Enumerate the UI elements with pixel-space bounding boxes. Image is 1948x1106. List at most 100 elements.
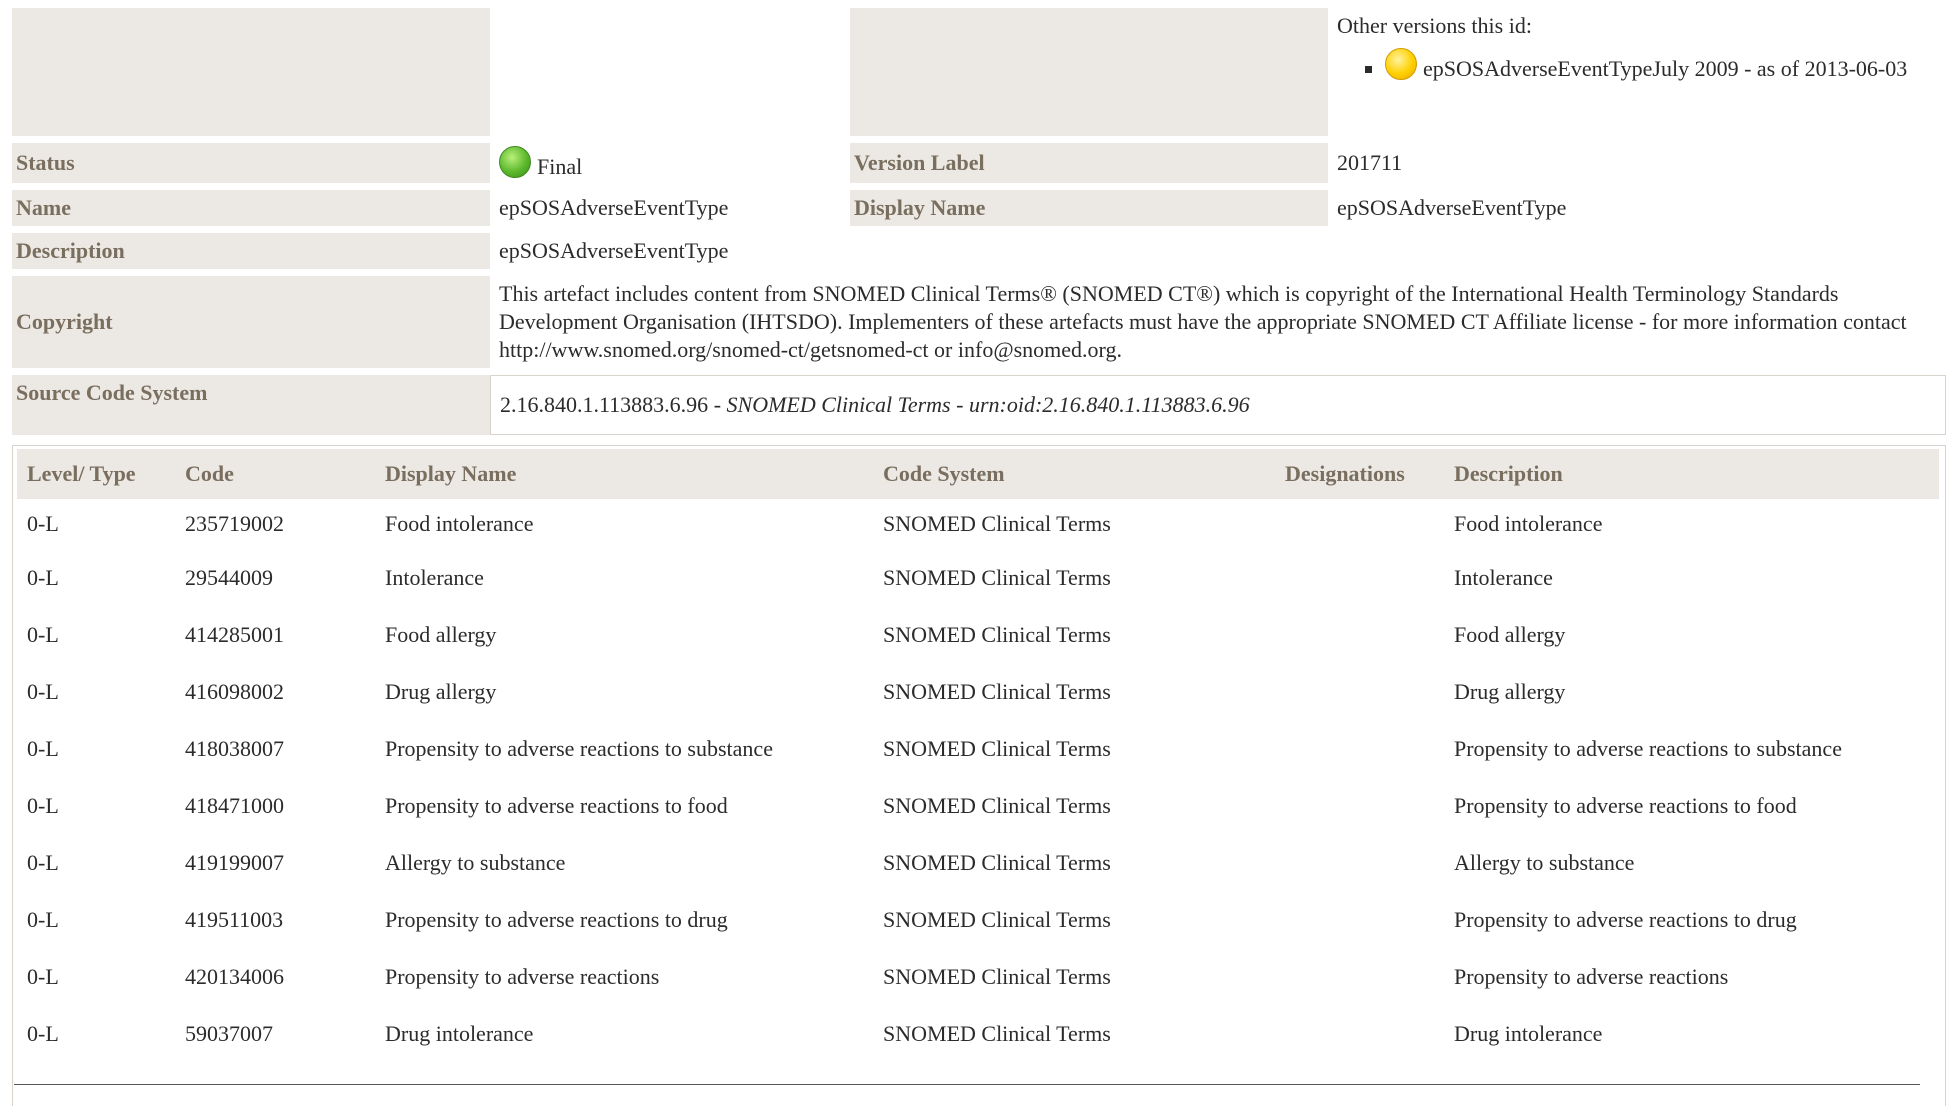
cell-level: 0-L: [27, 849, 59, 875]
other-versions: Other versions this id: epSOSAdverseEven…: [1328, 8, 1946, 136]
name-label: Name: [12, 190, 490, 226]
separator: -: [950, 392, 969, 417]
table-row: 0-L 420134006 Propensity to adverse reac…: [17, 948, 1939, 1005]
col-header-designations[interactable]: Designations: [1275, 449, 1444, 499]
cell-code: 416098002: [185, 678, 284, 704]
table-row: 0-L 419199007 Allergy to substance SNOME…: [17, 834, 1939, 891]
cell-code-system: SNOMED Clinical Terms: [883, 621, 1111, 647]
table-row: 0-L 29544009 Intolerance SNOMED Clinical…: [17, 549, 1939, 606]
copyright-value: This artefact includes content from SNOM…: [499, 281, 1907, 362]
metadata-header-row: Other versions this id: epSOSAdverseEven…: [12, 8, 1946, 136]
source-system-name: SNOMED Clinical Terms: [726, 392, 951, 417]
col-header-display-name[interactable]: Display Name: [375, 449, 873, 499]
cell-code-system: SNOMED Clinical Terms: [883, 678, 1111, 704]
cell-display-name: Drug allergy: [385, 678, 497, 704]
cell-code-system: SNOMED Clinical Terms: [883, 792, 1111, 818]
table-row: 0-L 419511003 Propensity to adverse reac…: [17, 891, 1939, 948]
codes-header-row: Level/ Type Code Display Name Code Syste…: [17, 449, 1939, 499]
cell-display-name: Propensity to adverse reactions to subst…: [385, 735, 773, 761]
source-code-system-value: 2.16.840.1.113883.6.96 - SNOMED Clinical…: [490, 375, 1946, 435]
cell-designations: [1275, 499, 1444, 549]
display-name-label: Display Name: [850, 190, 1328, 226]
status-label: Status: [12, 143, 490, 183]
cell-code: 418038007: [185, 735, 284, 761]
empty-label-cell: [12, 8, 490, 136]
cell-level: 0-L: [27, 564, 59, 590]
copyright-label: Copyright: [12, 276, 490, 368]
status-final-icon: [499, 145, 531, 178]
cell-code: 419199007: [185, 849, 284, 875]
codes-panel: Level/ Type Code Display Name Code Syste…: [12, 445, 1946, 1106]
other-versions-label: Other versions this id:: [1337, 13, 1532, 38]
status-row: Status Final Version Label 201711: [12, 143, 1946, 183]
cell-code-system: SNOMED Clinical Terms: [883, 735, 1111, 761]
cell-description: Propensity to adverse reactions to subst…: [1454, 735, 1842, 761]
cell-level: 0-L: [27, 1020, 59, 1046]
cell-code-system: SNOMED Clinical Terms: [883, 963, 1111, 989]
cell-display-name: Drug intolerance: [385, 1020, 534, 1046]
cell-code: 235719002: [185, 511, 284, 536]
col-header-code[interactable]: Code: [175, 449, 375, 499]
cell-level: 0-L: [27, 678, 59, 704]
cell-display-name: Propensity to adverse reactions to food: [385, 792, 728, 818]
cell-description: Drug allergy: [1454, 678, 1566, 704]
cell-code-system: SNOMED Clinical Terms: [883, 849, 1111, 875]
cell-description: Propensity to adverse reactions to drug: [1454, 906, 1797, 932]
cell-display-name: Allergy to substance: [385, 849, 566, 875]
cell-designations: [1275, 1005, 1444, 1062]
name-row: Name epSOSAdverseEventType Display Name …: [12, 190, 1946, 226]
cell-display-name: Propensity to adverse reactions: [385, 963, 660, 989]
cell-code-system: SNOMED Clinical Terms: [883, 1020, 1111, 1046]
other-version-item[interactable]: epSOSAdverseEventTypeJuly 2009 - as of 2…: [1385, 48, 1942, 87]
other-versions-list: epSOSAdverseEventTypeJuly 2009 - as of 2…: [1337, 48, 1942, 87]
col-header-level[interactable]: Level/ Type: [17, 449, 175, 499]
separator: -: [708, 392, 727, 417]
cell-description: Food intolerance: [1454, 511, 1603, 536]
cell-level: 0-L: [27, 906, 59, 932]
cell-designations: [1275, 777, 1444, 834]
col-header-code-system[interactable]: Code System: [873, 449, 1275, 499]
cell-code-system: SNOMED Clinical Terms: [883, 564, 1111, 590]
cell-designations: [1275, 663, 1444, 720]
status-value: Final: [537, 153, 583, 179]
source-code-system-label: Source Code System: [12, 375, 490, 435]
table-row: 0-L 416098002 Drug allergy SNOMED Clinic…: [17, 663, 1939, 720]
source-system-urn: urn:oid:2.16.840.1.113883.6.96: [968, 392, 1250, 417]
table-row: 0-L 418471000 Propensity to adverse reac…: [17, 777, 1939, 834]
table-footer-divider: [14, 1084, 1920, 1085]
cell-code: 414285001: [185, 621, 284, 647]
source-code-system-row: Source Code System 2.16.840.1.113883.6.9…: [12, 375, 1946, 435]
col-header-description[interactable]: Description: [1444, 449, 1939, 499]
status-value-cell: Final: [490, 143, 850, 183]
cell-designations: [1275, 948, 1444, 1005]
cell-designations: [1275, 891, 1444, 948]
cell-designations: [1275, 549, 1444, 606]
name-value: epSOSAdverseEventType: [499, 195, 729, 220]
cell-display-name: Food allergy: [385, 621, 497, 647]
version-label-label: Version Label: [850, 143, 1328, 183]
cell-description: Propensity to adverse reactions: [1454, 963, 1729, 989]
cell-code: 29544009: [185, 564, 273, 590]
cell-description: Food allergy: [1454, 621, 1566, 647]
cell-level: 0-L: [27, 511, 59, 536]
cell-designations: [1275, 720, 1444, 777]
cell-code: 418471000: [185, 792, 284, 818]
cell-code-system: SNOMED Clinical Terms: [883, 511, 1111, 536]
cell-description: Drug intolerance: [1454, 1020, 1603, 1046]
description-row: Description epSOSAdverseEventType: [12, 233, 1946, 269]
cell-description: Propensity to adverse reactions to food: [1454, 792, 1797, 818]
description-label: Description: [12, 233, 490, 269]
status-draft-icon: [1385, 48, 1417, 80]
cell-level: 0-L: [27, 963, 59, 989]
description-value: epSOSAdverseEventType: [499, 238, 729, 263]
cell-level: 0-L: [27, 621, 59, 647]
cell-level: 0-L: [27, 735, 59, 761]
table-row: 0-L 418038007 Propensity to adverse reac…: [17, 720, 1939, 777]
cell-description: Allergy to substance: [1454, 849, 1635, 875]
empty-label-cell: [850, 8, 1328, 136]
empty-value-cell: [490, 8, 850, 136]
cell-description: Intolerance: [1454, 564, 1553, 590]
source-oid: 2.16.840.1.113883.6.96: [500, 392, 709, 417]
table-row: 0-L 59037007 Drug intolerance SNOMED Cli…: [17, 1005, 1939, 1062]
version-label-value: 201711: [1337, 150, 1403, 175]
